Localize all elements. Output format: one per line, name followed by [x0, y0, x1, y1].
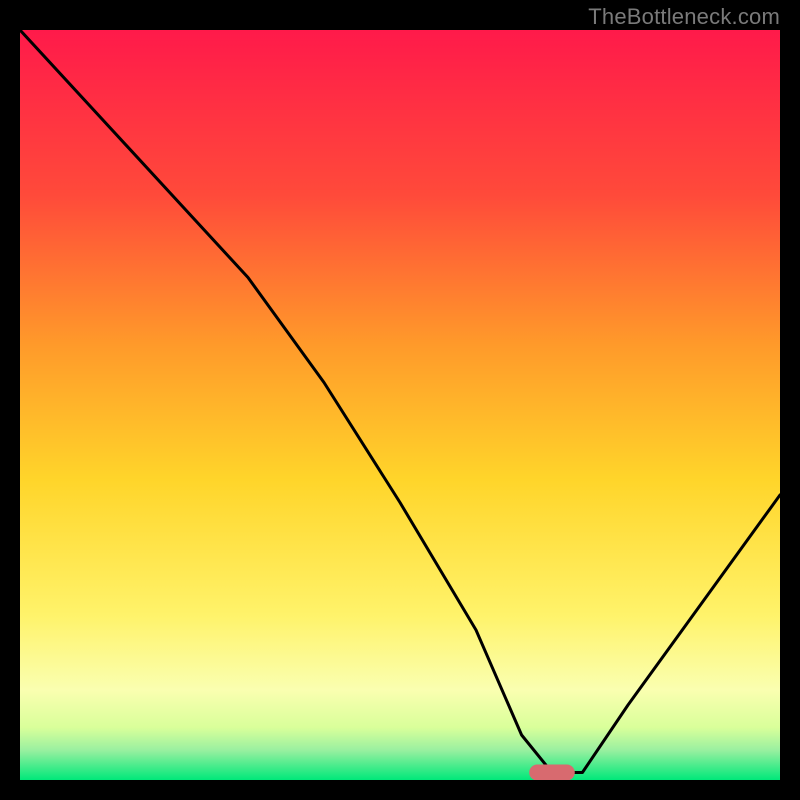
plot-area: [20, 30, 780, 780]
optimal-marker: [529, 765, 575, 781]
chart-svg: [20, 30, 780, 780]
gradient-background: [20, 30, 780, 780]
watermark-label: TheBottleneck.com: [588, 4, 780, 30]
chart-frame: TheBottleneck.com: [0, 0, 800, 800]
